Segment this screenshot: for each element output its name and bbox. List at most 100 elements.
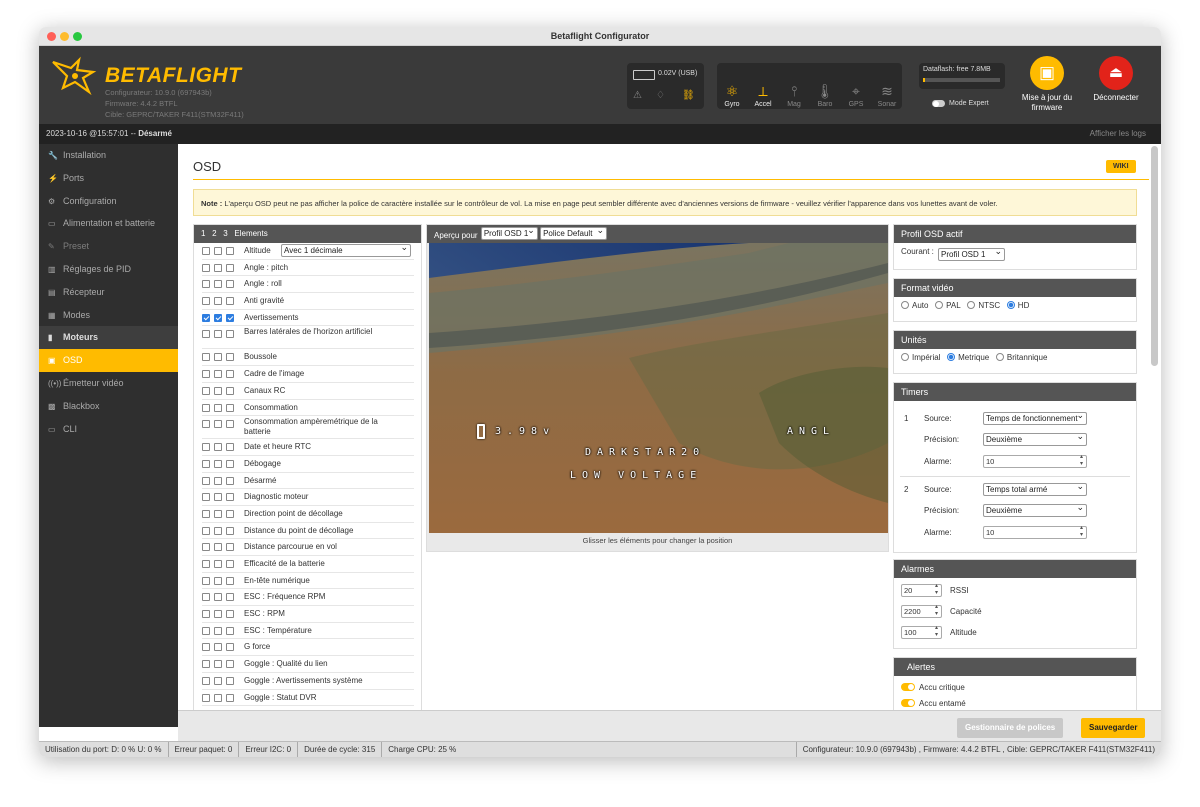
element-profile-3-checkbox[interactable] <box>226 509 234 518</box>
element-profile-2-checkbox[interactable] <box>214 459 222 468</box>
element-profile-3-checkbox[interactable] <box>226 676 234 685</box>
element-profile-3-checkbox[interactable] <box>226 476 234 485</box>
preview-font-select[interactable]: Police Default <box>540 227 608 240</box>
timer-1-source-select[interactable]: Temps de fonctionnement <box>983 412 1087 425</box>
element-profile-3-checkbox[interactable] <box>226 693 234 702</box>
element-profile-2-checkbox[interactable] <box>214 313 222 322</box>
element-profile-2-checkbox[interactable] <box>214 610 222 619</box>
element-profile-1-checkbox[interactable] <box>202 509 210 518</box>
element-profile-3-checkbox[interactable] <box>226 626 234 635</box>
element-profile-1-checkbox[interactable] <box>202 476 210 485</box>
element-profile-2-checkbox[interactable] <box>214 280 222 289</box>
sidebar-item-preset[interactable]: ✎ Preset <box>39 235 178 258</box>
units-imperial[interactable]: Impérial <box>901 353 940 362</box>
sidebar-item-installation[interactable]: 🔧 Installation <box>39 144 178 167</box>
rssi-alarm-input[interactable]: 20 <box>901 583 942 597</box>
element-profile-1-checkbox[interactable] <box>202 610 210 619</box>
radio-button[interactable] <box>935 301 944 309</box>
units-metric[interactable]: Metrique <box>947 353 989 362</box>
sidebar-item-power[interactable]: ▭ Alimentation et batterie <box>39 212 178 235</box>
element-profile-3-checkbox[interactable] <box>226 660 234 669</box>
preview-profile-select[interactable]: Profil OSD 1 <box>480 227 538 240</box>
element-profile-1-checkbox[interactable] <box>202 626 210 635</box>
element-profile-3-checkbox[interactable] <box>226 353 234 362</box>
element-profile-2-checkbox[interactable] <box>214 593 222 602</box>
element-profile-1-checkbox[interactable] <box>202 693 210 702</box>
sidebar-item-blackbox[interactable]: ▩ Blackbox <box>39 395 178 418</box>
element-profile-1-checkbox[interactable] <box>202 543 210 552</box>
radio-button[interactable] <box>967 301 976 309</box>
element-profile-1-checkbox[interactable] <box>202 247 210 255</box>
element-profile-3-checkbox[interactable] <box>226 386 234 395</box>
element-profile-1-checkbox[interactable] <box>202 280 210 289</box>
osd-low-voltage-warning[interactable]: LOW VOLTAGE <box>570 470 702 481</box>
element-profile-1-checkbox[interactable] <box>202 313 210 322</box>
element-profile-1-checkbox[interactable] <box>202 353 210 362</box>
element-profile-2-checkbox[interactable] <box>214 526 222 535</box>
element-profile-1-checkbox[interactable] <box>202 576 210 585</box>
element-profile-2-checkbox[interactable] <box>214 263 222 272</box>
sidebar-item-receiver[interactable]: ▤ Récepteur <box>39 281 178 304</box>
video-format-auto[interactable]: Auto <box>901 301 928 310</box>
element-profile-3-checkbox[interactable] <box>226 610 234 619</box>
element-profile-1-checkbox[interactable] <box>202 330 210 339</box>
sidebar-item-osd[interactable]: ▣ OSD <box>39 349 178 372</box>
element-profile-3-checkbox[interactable] <box>226 443 234 452</box>
radio-button[interactable] <box>995 353 1004 361</box>
sidebar-item-cli[interactable]: ▭ CLI <box>39 418 178 441</box>
altitude-alarm-input[interactable]: 100 <box>901 625 942 639</box>
element-profile-3-checkbox[interactable] <box>226 593 234 602</box>
timer-1-precision-select[interactable]: Deuxième <box>983 433 1087 446</box>
show-logs-link[interactable]: Afficher les logs <box>1090 124 1146 144</box>
element-profile-3-checkbox[interactable] <box>226 576 234 585</box>
element-profile-2-checkbox[interactable] <box>214 693 222 702</box>
element-profile-2-checkbox[interactable] <box>214 543 222 552</box>
sidebar-item-configuration[interactable]: ⚙ Configuration <box>39 190 178 213</box>
element-profile-1-checkbox[interactable] <box>202 643 210 652</box>
element-profile-1-checkbox[interactable] <box>202 263 210 272</box>
sidebar-item-pid[interactable]: ▥ Réglages de PID <box>39 258 178 281</box>
element-profile-2-checkbox[interactable] <box>214 493 222 502</box>
units-british[interactable]: Britannique <box>995 353 1047 362</box>
capacity-alarm-input[interactable]: 2200 <box>901 604 942 618</box>
element-profile-2-checkbox[interactable] <box>214 443 222 452</box>
element-profile-2-checkbox[interactable] <box>214 626 222 635</box>
active-profile-select[interactable]: Profil OSD 1 <box>938 248 1005 261</box>
osd-voltage[interactable]: 3.98v <box>495 426 555 437</box>
video-format-ntsc[interactable]: NTSC <box>967 301 1000 310</box>
element-profile-1-checkbox[interactable] <box>202 493 210 502</box>
element-profile-3-checkbox[interactable] <box>226 247 234 255</box>
element-profile-3-checkbox[interactable] <box>226 403 234 412</box>
element-profile-3-checkbox[interactable] <box>226 526 234 535</box>
altitude-format-select[interactable]: Avec 1 décimale <box>281 244 411 257</box>
video-format-pal[interactable]: PAL <box>935 301 961 310</box>
content-scrollbar[interactable] <box>1151 146 1158 366</box>
element-profile-3-checkbox[interactable] <box>226 493 234 502</box>
element-profile-2-checkbox[interactable] <box>214 403 222 412</box>
element-profile-3-checkbox[interactable] <box>226 313 234 322</box>
osd-preview-video[interactable]: 3.98v ANGL DARKSTAR20 LOW VOLTAGE <box>429 243 888 533</box>
element-profile-3-checkbox[interactable] <box>226 543 234 552</box>
sidebar-item-ports[interactable]: ⚡ Ports <box>39 167 178 190</box>
sidebar-item-vtx[interactable]: ((•)) Émetteur vidéo <box>39 372 178 395</box>
sidebar-item-motors[interactable]: ▮ Moteurs <box>39 326 178 350</box>
element-profile-2-checkbox[interactable] <box>214 370 222 379</box>
element-profile-3-checkbox[interactable] <box>226 330 234 339</box>
radio-button[interactable] <box>901 301 909 309</box>
wiki-button[interactable]: WIKI <box>1106 160 1136 173</box>
element-profile-3-checkbox[interactable] <box>226 560 234 568</box>
element-profile-1-checkbox[interactable] <box>202 386 210 395</box>
sidebar-item-modes[interactable]: ▦ Modes <box>39 304 178 327</box>
element-profile-3-checkbox[interactable] <box>226 280 234 289</box>
element-profile-1-checkbox[interactable] <box>202 403 210 412</box>
element-profile-1-checkbox[interactable] <box>202 370 210 379</box>
element-profile-2-checkbox[interactable] <box>214 660 222 669</box>
element-profile-3-checkbox[interactable] <box>226 297 234 306</box>
timer-1-alarm-input[interactable]: 10 <box>983 454 1087 468</box>
element-profile-1-checkbox[interactable] <box>202 297 210 306</box>
flash-firmware-button[interactable]: ▣ Mise à jour du firmware <box>1015 56 1079 113</box>
element-profile-2-checkbox[interactable] <box>214 353 222 362</box>
element-profile-2-checkbox[interactable] <box>214 247 222 255</box>
element-profile-1-checkbox[interactable] <box>202 420 210 429</box>
element-profile-2-checkbox[interactable] <box>214 330 222 339</box>
